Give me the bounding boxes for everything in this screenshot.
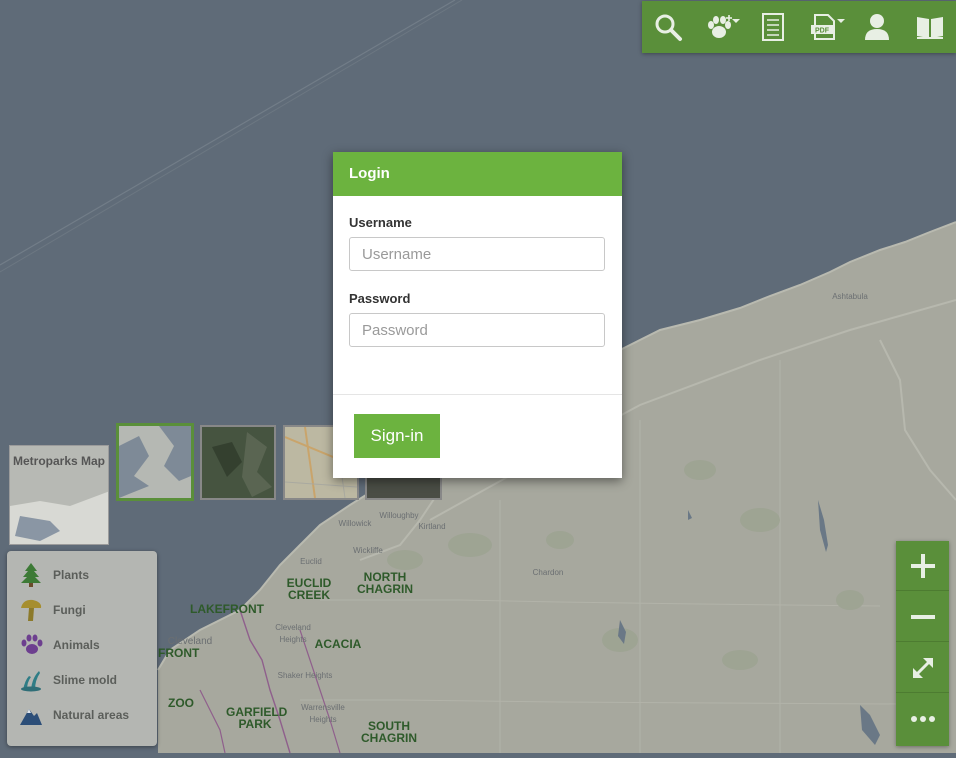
legend-item-plants[interactable]: Plants [17,560,89,590]
password-input[interactable] [349,313,605,347]
legend-label: Plants [53,568,90,582]
zoom-out-button[interactable] [896,592,949,642]
map-label-north-chagrin: NORTH CHAGRIN [357,570,413,596]
paw-icon [17,631,45,659]
map-label-acacia: ACACIA [314,637,362,651]
username-input[interactable] [349,237,605,271]
map-label-euclid: Euclid [300,557,322,566]
pdf-menu-button[interactable]: PDF [803,5,847,49]
dialog-divider [333,394,622,395]
map-label-willowick: Willowick [338,519,372,528]
map-label-zoo: ZOO [168,696,194,710]
map-label-wickliffe: Wickliffe [353,546,383,555]
ellipsis-icon [910,716,935,722]
sign-in-button[interactable]: Sign-in [354,414,440,458]
login-dialog: Login Username Password Sign-in [333,152,622,478]
pdf-icon: PDF [811,14,836,40]
basemap-metroparks-thumbnail[interactable]: Metroparks Map [9,445,109,545]
chevron-down-icon [837,19,846,23]
legend-label: Animals [53,638,100,652]
map-label-ashtabula: Ashtabula [832,292,868,301]
tree-icon [17,561,45,589]
legend-item-natural-areas[interactable]: Natural areas [17,700,129,730]
search-button[interactable] [646,5,690,49]
basemap-gray-thumbnail[interactable] [116,423,194,501]
guide-button[interactable] [908,5,952,49]
full-extent-button[interactable] [896,643,949,693]
top-toolbar: PDF [642,1,956,53]
map-label-cleveland-heights: Cleveland Heights [275,623,311,644]
map-label-euclid-creek: EUCLID CREEK [286,576,332,602]
chevron-down-icon [732,19,741,23]
basemap-preview [202,427,274,498]
expand-icon [912,657,933,678]
basemap-metroparks-label: Metroparks Map [12,454,106,468]
user-button[interactable] [855,5,899,49]
mushroom-icon [17,596,45,624]
basemap-preview [119,426,191,498]
legend-label: Natural areas [53,708,130,722]
map-label-front: FRONT [158,646,200,660]
legend-item-animals[interactable]: Animals [17,630,100,660]
species-menu-button[interactable] [698,5,742,49]
search-icon [655,14,683,41]
list-button[interactable] [751,5,795,49]
more-options-button[interactable] [896,694,949,744]
legend-label: Slime mold [53,673,118,687]
zoom-in-button[interactable] [896,541,949,591]
map-label-south-chagrin: SOUTH CHAGRIN [361,719,417,745]
mountain-icon [17,701,45,729]
username-label: Username [349,215,412,230]
map-label-warrensville-heights: Warrensville Heights [301,703,345,724]
minus-icon [910,614,935,619]
map-label-chardon: Chardon [532,568,564,577]
map-label-shaker-heights: Shaker Heights [277,671,333,680]
legend-item-fungi[interactable]: Fungi [17,595,86,625]
password-label: Password [349,291,411,306]
paw-icon [708,15,733,38]
plus-icon [910,553,935,578]
zoom-controls [896,541,949,746]
legend-label: Fungi [53,603,86,617]
map-label-garfield-park: GARFIELD PARK [226,705,288,731]
legend-panel: Plants Fungi Animals Slime mold Natural … [7,551,157,746]
svg-text:PDF: PDF [815,28,830,35]
legend-item-slime-mold[interactable]: Slime mold [17,665,117,695]
login-title: Login [333,152,622,196]
map-label-willoughby: Willoughby [379,511,419,520]
map-label-kirtland: Kirtland [418,522,446,531]
slime-mold-icon [17,666,45,694]
list-icon [761,13,784,41]
basemap-satellite-thumbnail[interactable] [200,425,276,500]
map-label-lakefront: LAKEFRONT [190,602,264,616]
map-label-cleveland: Cleveland [167,636,213,647]
book-icon [916,17,943,39]
user-icon [865,14,890,40]
